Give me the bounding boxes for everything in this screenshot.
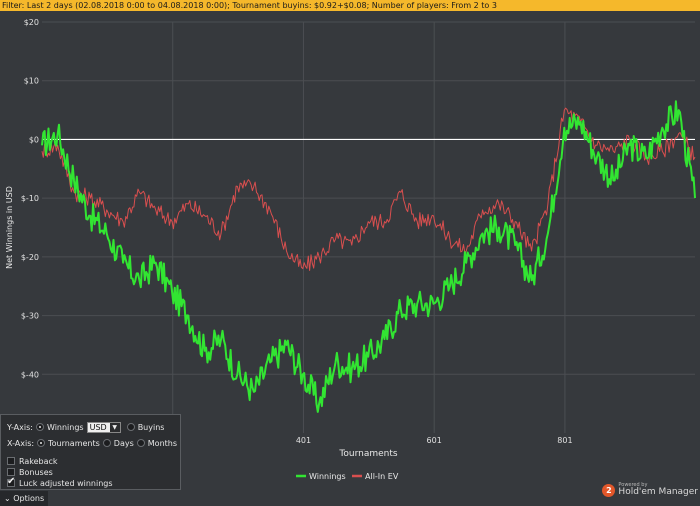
- y-tick-label: $-30: [21, 312, 39, 321]
- options-panel: Y-Axis: Winnings USD ▼ Buyins X-Axis: To…: [0, 414, 181, 490]
- months-radio[interactable]: [136, 439, 145, 447]
- brand-text: Powered by Hold'em Manager: [618, 483, 698, 497]
- options-tab-label[interactable]: Options: [13, 494, 44, 503]
- y-tick-label: $0: [29, 135, 39, 144]
- y-axis-label: Y-Axis:: [7, 422, 33, 432]
- chart-grid: [42, 21, 695, 433]
- luck-adjusted-label[interactable]: Luck adjusted winnings: [19, 479, 113, 488]
- buyins-radio-label[interactable]: Buyins: [138, 423, 165, 432]
- luck-row[interactable]: Luck adjusted winnings: [7, 476, 113, 489]
- rakeback-label[interactable]: Rakeback: [19, 457, 58, 466]
- months-radio-label[interactable]: Months: [148, 439, 177, 448]
- days-radio-label[interactable]: Days: [114, 439, 134, 448]
- brand-logo: 2 Powered by Hold'em Manager: [602, 483, 698, 497]
- brand-name: Hold'em Manager: [618, 487, 698, 497]
- bonuses-checkbox[interactable]: [7, 468, 15, 476]
- y-tick-label: $20: [24, 18, 39, 27]
- days-radio[interactable]: [102, 439, 111, 447]
- x-tick-label: 601: [427, 436, 442, 445]
- chart-legend: Winnings All-In EV: [296, 472, 399, 481]
- x-axis-label: X-Axis:: [7, 438, 35, 448]
- y-tick-label: $-40: [21, 370, 39, 379]
- currency-select[interactable]: USD ▼: [86, 421, 121, 433]
- x-tick-label: 801: [557, 436, 572, 445]
- legend-winnings-label: Winnings: [309, 472, 346, 481]
- x-tick-label: 401: [296, 436, 311, 445]
- winnings-radio-label[interactable]: Winnings: [47, 423, 84, 432]
- chevron-down-icon: ⌄: [4, 494, 11, 503]
- y-axis-row: Y-Axis: Winnings USD ▼ Buyins: [7, 421, 164, 433]
- plot-area: [42, 22, 695, 433]
- rakeback-checkbox[interactable]: [7, 457, 15, 465]
- buyins-radio[interactable]: [126, 423, 135, 431]
- y-axis-title: Net Winnings in USD: [5, 186, 14, 269]
- x-axis-title: Tournaments: [338, 449, 397, 459]
- legend-allin-ev-label: All-In EV: [365, 472, 399, 481]
- y-tick-label: $-20: [21, 253, 39, 262]
- currency-select-value: USD: [89, 422, 107, 432]
- hem-logo-icon: 2: [602, 483, 616, 497]
- y-tick-label: $-10: [21, 194, 39, 203]
- luck-adjusted-checkbox[interactable]: [7, 476, 15, 487]
- bonuses-label[interactable]: Bonuses: [19, 468, 53, 477]
- tournaments-radio[interactable]: [37, 439, 46, 447]
- x-axis-row: X-Axis: Tournaments Days Months: [7, 437, 177, 449]
- tournaments-radio-label[interactable]: Tournaments: [48, 439, 100, 448]
- chevron-down-icon[interactable]: ▼: [109, 422, 120, 432]
- bottom-bar: ⌄ Options 2 Powered by Hold'em Manager: [0, 483, 700, 506]
- y-tick-label: $10: [24, 77, 39, 86]
- filter-bar: Filter: Last 2 days (02.08.2018 0:00 to …: [0, 0, 700, 11]
- winnings-radio[interactable]: [35, 423, 44, 431]
- options-tab[interactable]: ⌄ Options: [0, 491, 48, 506]
- filter-text: Filter: Last 2 days (02.08.2018 0:00 to …: [2, 1, 497, 10]
